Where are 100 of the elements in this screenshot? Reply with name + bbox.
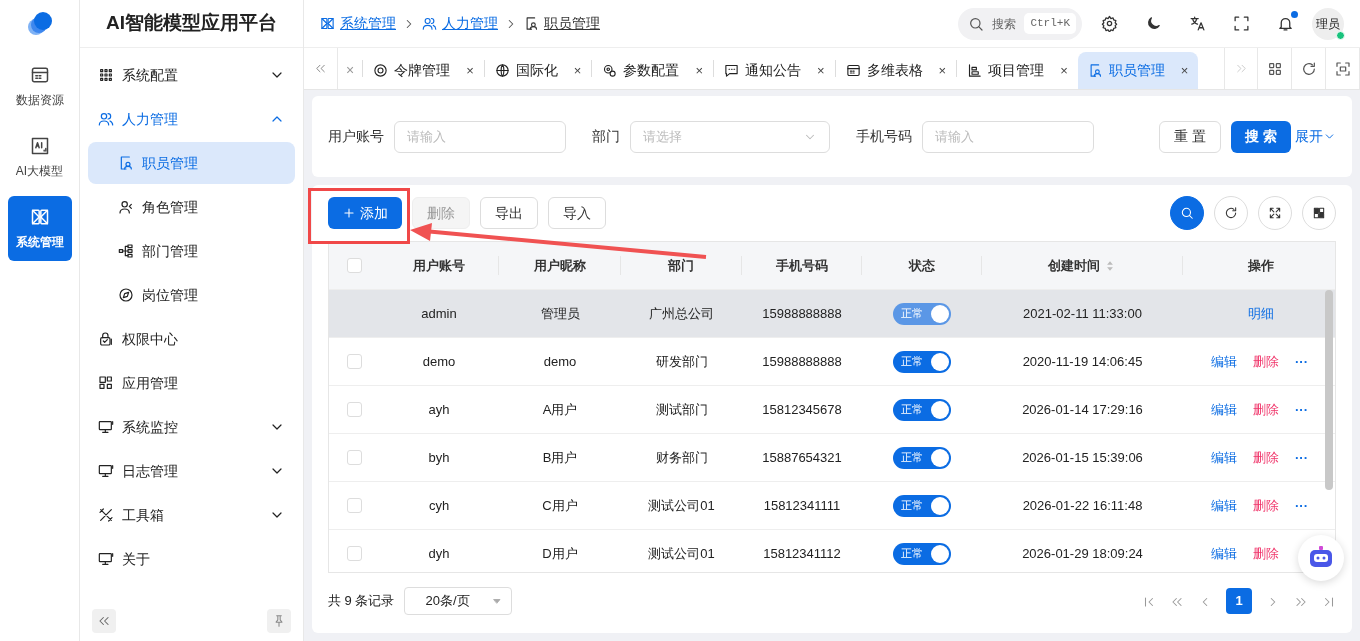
column-header: 用户账号 [379, 255, 499, 276]
collapse-button[interactable] [92, 609, 116, 633]
table-cell-text: D用户 [541, 544, 579, 563]
table-cell-text: 2026-01-14 17:29:16 [1021, 400, 1144, 419]
edit-link[interactable]: 编辑 [1211, 495, 1237, 516]
sidebar-item[interactable]: 部门管理 [88, 230, 295, 272]
sidebar-item[interactable]: 职员管理 [88, 142, 295, 184]
row-checkbox[interactable] [346, 498, 362, 513]
sidebar-item[interactable]: 角色管理 [88, 186, 295, 228]
sidebar-item[interactable]: 系统监控 [88, 406, 295, 448]
globe-icon [494, 63, 510, 78]
row-checkbox[interactable] [346, 546, 362, 561]
sidebar-item[interactable]: 人力管理 [88, 98, 295, 140]
users-icon [422, 16, 437, 31]
expand-link[interactable]: 展开 [1295, 126, 1336, 147]
close-button[interactable]: × [338, 52, 363, 89]
status-switch[interactable]: 正常 [893, 302, 951, 325]
double-chevron-icon [314, 62, 327, 75]
sidebar-item[interactable]: 系统配置 [88, 54, 295, 96]
more-button[interactable]: ··· [1295, 351, 1308, 372]
tab[interactable]: 参数配置 × [592, 52, 713, 89]
delete-link[interactable]: 删除 [1253, 351, 1279, 372]
apps-icon [98, 375, 114, 391]
search-button[interactable]: 搜 索 [1231, 120, 1291, 153]
breadcrumb-link[interactable]: 系统管理 [320, 13, 396, 34]
sidebar-item[interactable]: 权限中心 [88, 318, 295, 360]
more-button[interactable]: ··· [1295, 447, 1308, 468]
add-button[interactable]: 添加 [328, 197, 402, 229]
tab[interactable]: 通知公告 × [713, 52, 835, 89]
avatar[interactable]: 理员 [1312, 7, 1344, 40]
status-switch[interactable]: 正常 [893, 350, 951, 373]
more-button[interactable]: ··· [1295, 399, 1308, 420]
toolbar-button[interactable]: 导出 [480, 197, 538, 229]
table-search-button[interactable] [1170, 196, 1204, 230]
table-cell-text: cyh [427, 496, 451, 515]
monitor-icon [98, 419, 114, 435]
status-switch[interactable]: 正常 [893, 542, 951, 565]
table-cell-text: 2026-01-15 15:39:06 [1021, 448, 1144, 467]
detail-link[interactable]: 明细 [1248, 303, 1274, 324]
tab[interactable]: 国际化 × [484, 52, 592, 89]
page-button[interactable]: 1 [1226, 588, 1252, 614]
edit-link[interactable]: 编辑 [1211, 447, 1237, 468]
toolbar-button[interactable]: 导入 [548, 197, 606, 229]
delete-link[interactable]: 删除 [1253, 543, 1279, 564]
delete-link[interactable]: 删除 [1253, 447, 1279, 468]
tab[interactable]: 项目管理 × [957, 52, 1078, 89]
app-title: AI智能模型应用平台 [80, 0, 303, 48]
row-checkbox[interactable] [346, 450, 362, 465]
edit-link[interactable]: 编辑 [1211, 543, 1237, 564]
status-switch[interactable]: 正常 [893, 398, 951, 421]
more-button[interactable]: ··· [1295, 495, 1308, 516]
table-cell-text: ayh [427, 400, 451, 419]
close-icon: × [466, 60, 474, 81]
column-header[interactable]: 创建时间 [982, 255, 1183, 276]
search-field[interactable]: 搜索 Ctrl+K [958, 7, 1082, 40]
status-switch[interactable]: 正常 [893, 494, 951, 517]
table-fullscreen-button[interactable] [1258, 196, 1292, 230]
user-icon [118, 199, 134, 215]
rail-item[interactable]: 系统管理 [7, 196, 72, 261]
search-icon [1180, 206, 1194, 220]
input-field[interactable]: 请输入 [394, 120, 566, 153]
table-refresh-button[interactable] [1214, 196, 1248, 230]
chart-icon [967, 63, 983, 78]
rail-item[interactable]: AI大模型 [7, 125, 72, 190]
page-size-select[interactable]: 20条/页 [404, 587, 513, 615]
rail-item[interactable]: 数据资源 [7, 54, 72, 119]
tab[interactable]: 多维表格 × [835, 52, 957, 89]
tab[interactable]: 令牌管理 × [363, 52, 484, 89]
logo-icon [25, 10, 54, 38]
delete-link[interactable]: 删除 [1253, 495, 1279, 516]
id-badge-icon [524, 16, 539, 31]
input-field[interactable]: 请输入 [922, 120, 1094, 153]
sidebar-item[interactable]: 应用管理 [88, 362, 295, 404]
tab[interactable]: 职员管理 × [1077, 52, 1199, 89]
select-all-checkbox[interactable] [346, 258, 362, 273]
assistant-button[interactable] [1298, 535, 1344, 581]
sidebar-item[interactable]: 工具箱 [88, 494, 295, 536]
row-checkbox[interactable] [346, 402, 362, 417]
delete-link[interactable]: 删除 [1253, 399, 1279, 420]
column-header: 用户昵称 [499, 255, 621, 276]
sidebar-item[interactable]: 关于 [88, 538, 295, 580]
grid-icon [1266, 60, 1283, 77]
sidebar-item[interactable]: 岗位管理 [88, 274, 295, 316]
edit-link[interactable]: 编辑 [1211, 399, 1237, 420]
pin-button[interactable] [267, 609, 291, 633]
table-cell-text: 15812341112 [762, 544, 842, 563]
scrollbar-thumb[interactable] [1325, 290, 1333, 490]
breadcrumb-link[interactable]: 职员管理 [524, 13, 600, 34]
table-cell-text: 研发部门 [654, 352, 709, 371]
status-switch[interactable]: 正常 [893, 446, 951, 469]
sidebar-item[interactable]: 日志管理 [88, 450, 295, 492]
field-label: 用户账号 [328, 127, 384, 146]
gears-icon [602, 63, 618, 78]
table-cell-text: 财务部门 [654, 448, 709, 467]
row-checkbox[interactable] [346, 354, 362, 369]
breadcrumb-link[interactable]: 人力管理 [422, 13, 498, 34]
column-settings-button[interactable] [1302, 196, 1336, 230]
reset-button[interactable]: 重 置 [1159, 120, 1222, 153]
record-count: 共 9 条记录 [328, 592, 395, 611]
edit-link[interactable]: 编辑 [1211, 351, 1237, 372]
